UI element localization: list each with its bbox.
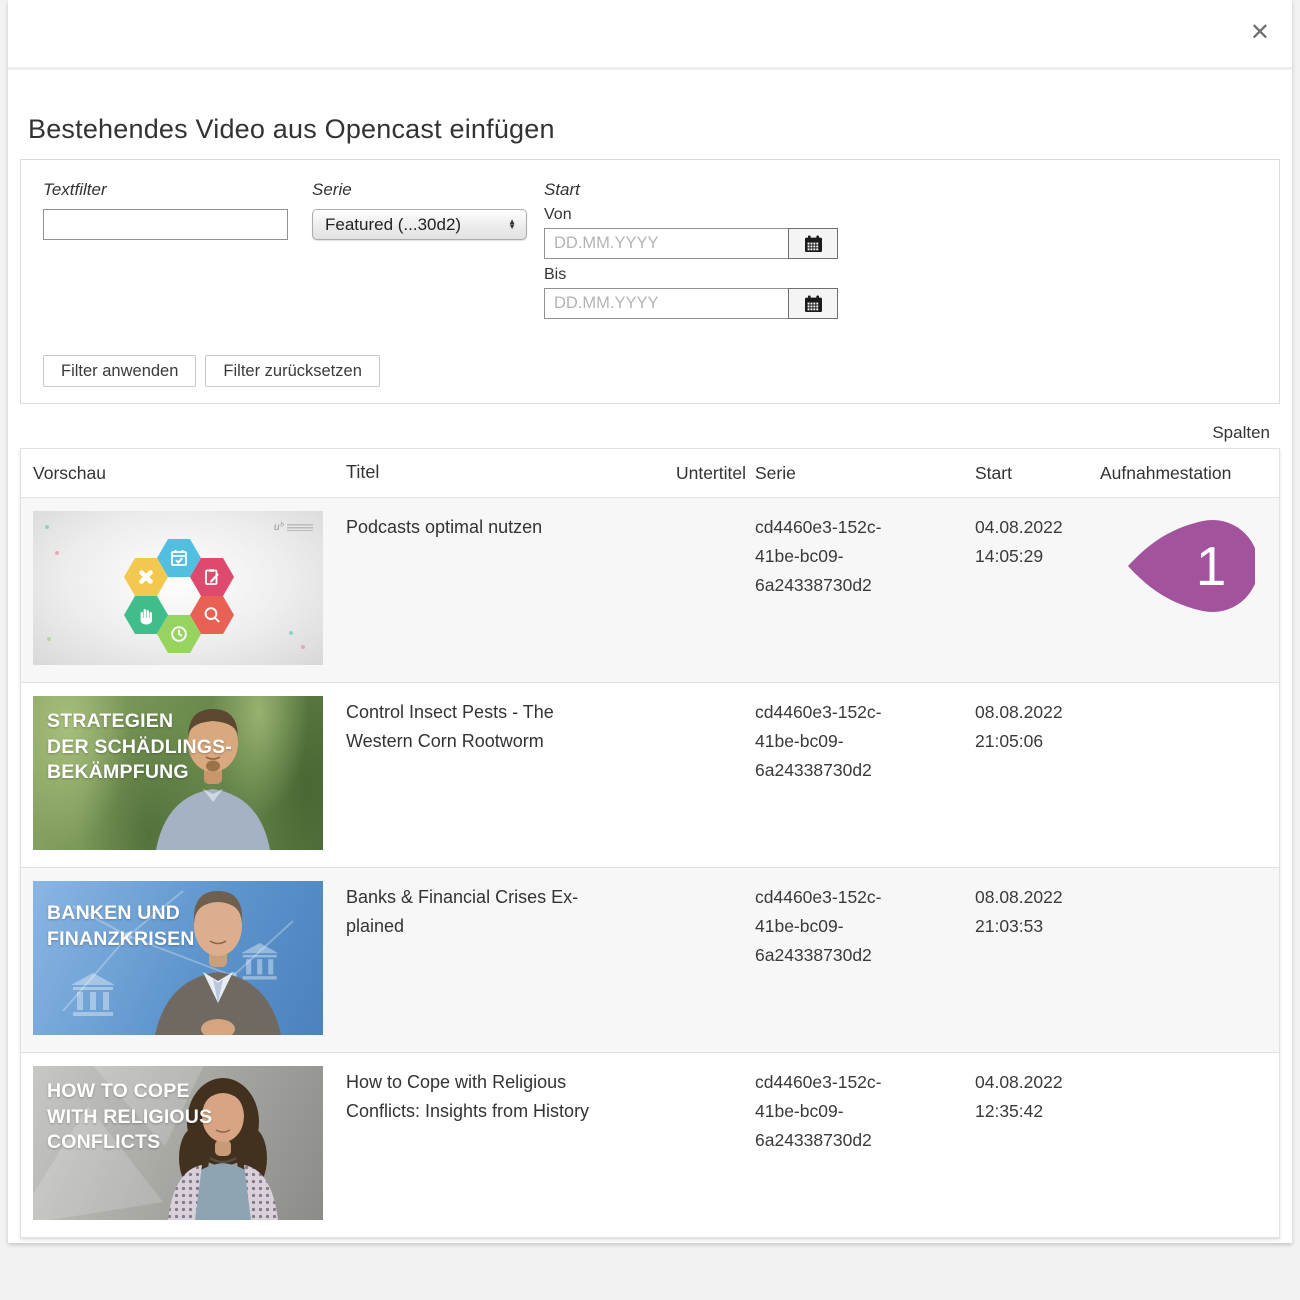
- video-thumbnail: uᵇ: [33, 511, 323, 665]
- serie-select-value: Featured (...30d2): [325, 215, 461, 235]
- bis-calendar-button[interactable]: [788, 288, 838, 319]
- dialog-body: Bestehendes Video aus Opencast einfügen …: [8, 114, 1292, 1238]
- col-header-untertitel: Untertitel: [616, 463, 746, 484]
- filter-panel: Textfilter Serie Featured (...30d2) ▲ ▼ …: [20, 159, 1280, 404]
- dialog-header: ✕: [8, 0, 1292, 70]
- video-thumbnail: STRATEGIEN DER SCHÄDLINGS- BEKÄMPFUNG: [33, 696, 323, 850]
- video-start: 04.08.2022 14:05:29: [975, 498, 1086, 571]
- video-station: [1100, 683, 1260, 698]
- textfilter-label: Textfilter: [43, 180, 288, 200]
- serie-group: Serie Featured (...30d2) ▲ ▼: [312, 180, 527, 240]
- unibe-logo: uᵇ: [274, 519, 313, 534]
- columns-chooser[interactable]: Spalten: [1212, 423, 1270, 442]
- serie-select[interactable]: Featured (...30d2) ▲ ▼: [312, 209, 527, 240]
- start-label: Start: [544, 180, 838, 200]
- step-1-marker: 1: [1127, 516, 1255, 616]
- thumbnail-caption: HOW TO COPE WITH RELIGIOUS CONFLICTS: [47, 1079, 212, 1156]
- col-header-vorschau: Vorschau: [33, 463, 346, 484]
- select-arrows-icon: ▲ ▼: [508, 220, 516, 230]
- apply-filter-button[interactable]: Filter anwenden: [43, 355, 196, 387]
- textfilter-group: Textfilter: [43, 180, 288, 240]
- video-title: Podcasts optimal nutzen: [346, 498, 616, 542]
- col-header-aufnahmestation: Aufnahmestation: [1100, 463, 1260, 484]
- textfilter-input[interactable]: [43, 209, 288, 240]
- col-header-start: Start: [975, 463, 1086, 484]
- video-subtitle: [616, 498, 746, 513]
- video-start: 08.08.2022 21:03:53: [975, 868, 1086, 941]
- video-station: [1100, 498, 1260, 513]
- video-series: cd4460e3-152c-41be-bc09-6a24338730d2: [755, 868, 915, 970]
- col-header-serie: Serie: [755, 463, 915, 484]
- video-subtitle: [616, 868, 746, 883]
- calendar-icon: [804, 295, 823, 313]
- col-header-titel: Titel: [346, 462, 616, 484]
- opencast-dialog: ✕ Bestehendes Video aus Opencast einfüge…: [8, 0, 1292, 1243]
- von-label: Von: [544, 206, 838, 224]
- video-series: cd4460e3-152c-41be-bc09-6a24338730d2: [755, 1053, 915, 1155]
- video-series: cd4460e3-152c-41be-bc09-6a24338730d2: [755, 498, 915, 600]
- video-subtitle: [616, 1053, 746, 1068]
- video-row[interactable]: STRATEGIEN DER SCHÄDLINGS- BEKÄMPFUNG Co…: [21, 682, 1279, 867]
- video-row[interactable]: BANKEN UND FINANZKRISEN Ba: [21, 867, 1279, 1052]
- start-date-group: Start Von: [544, 180, 838, 326]
- bis-label: Bis: [544, 266, 838, 284]
- video-table: Vorschau Titel Untertitel Serie Start Au…: [20, 448, 1280, 1238]
- von-date-input[interactable]: [544, 228, 789, 259]
- video-title: How to Cope with Religious Conflicts: In…: [346, 1053, 616, 1126]
- video-station: [1100, 1053, 1260, 1068]
- bis-date-input[interactable]: [544, 288, 789, 319]
- page-title: Bestehendes Video aus Opencast einfügen: [28, 114, 1280, 145]
- video-start: 08.08.2022 21:05:06: [975, 683, 1086, 756]
- video-series: cd4460e3-152c-41be-bc09-6a24338730d2: [755, 683, 915, 785]
- video-title: Banks & Financial Crises Ex­plained: [346, 868, 616, 941]
- video-row[interactable]: HOW TO COPE WITH RELIGIOUS CONFLICTS: [21, 1052, 1279, 1237]
- video-thumbnail: BANKEN UND FINANZKRISEN: [33, 881, 323, 1035]
- table-header: Vorschau Titel Untertitel Serie Start Au…: [21, 449, 1279, 497]
- video-start: 04.08.2022 12:35:42: [975, 1053, 1086, 1126]
- video-station: [1100, 868, 1260, 883]
- calendar-icon: [804, 235, 823, 253]
- von-calendar-button[interactable]: [788, 228, 838, 259]
- thumbnail-caption: STRATEGIEN DER SCHÄDLINGS- BEKÄMPFUNG: [47, 709, 232, 786]
- svg-text:1: 1: [1196, 535, 1227, 597]
- thumbnail-caption: BANKEN UND FINANZKRISEN: [47, 901, 195, 952]
- video-thumbnail: HOW TO COPE WITH RELIGIOUS CONFLICTS: [33, 1066, 323, 1220]
- serie-label: Serie: [312, 180, 527, 200]
- video-subtitle: [616, 683, 746, 698]
- close-button[interactable]: ✕: [1250, 20, 1270, 44]
- video-title: Control Insect Pests - The Western Corn …: [346, 683, 616, 756]
- video-row[interactable]: uᵇ: [21, 497, 1279, 682]
- reset-filter-button[interactable]: Filter zurücksetzen: [205, 355, 379, 387]
